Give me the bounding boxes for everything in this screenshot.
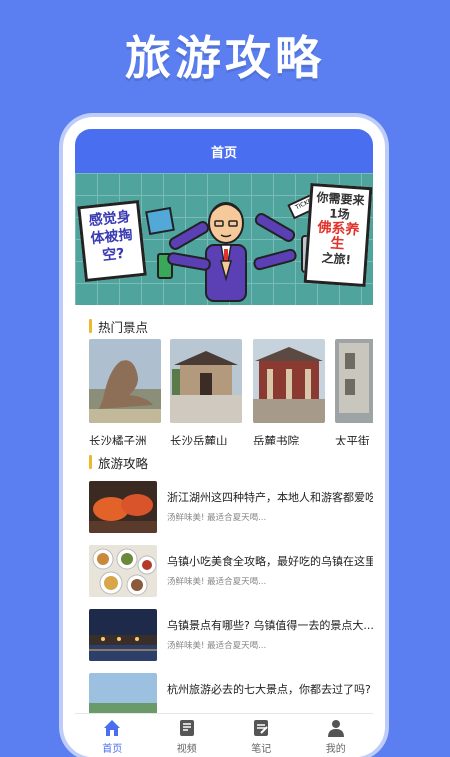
- guide-title: 乌镇景点有哪些? 乌镇值得一去的景点大...: [167, 619, 373, 632]
- tab-label: 我的: [325, 743, 346, 755]
- guide-subtitle: 汤鲜味美! 最适合夏天喝...: [167, 577, 267, 587]
- tab-label: 视频: [176, 743, 197, 755]
- page-title: 首页: [210, 145, 237, 161]
- guide-subtitle: 汤鲜味美! 最适合夏天喝...: [167, 641, 267, 651]
- tab-home[interactable]: 首页: [75, 714, 150, 757]
- section-marker: [89, 319, 92, 333]
- guide-item[interactable]: 乌镇景点有哪些? 乌镇值得一去的景点大... 汤鲜味美! 最适合夏天喝...: [75, 609, 373, 673]
- guide-item[interactable]: 浙江湖州这四种特产，本地人和游客都爱吃 汤鲜味美! 最适合夏天喝...: [75, 481, 373, 545]
- tab-label: 笔记: [251, 743, 272, 755]
- profile-icon: [327, 719, 344, 737]
- academy-photo: [253, 339, 325, 423]
- hot-spots-heading: 热门景点: [75, 313, 373, 339]
- guide-title: 乌镇小吃美食全攻略，最好吃的乌镇在这里: [167, 555, 373, 568]
- guide-title: 杭州旅游必去的七大景点，你都去过了吗?: [167, 683, 371, 696]
- night-town-photo: [89, 609, 157, 661]
- promo-title: 旅游攻略: [125, 31, 325, 85]
- home-icon: [104, 719, 121, 736]
- spot-card[interactable]: 长沙岳麓山: [170, 339, 242, 445]
- meditating-man-illustration: [205, 202, 247, 302]
- spot-card[interactable]: 岳麓书院: [253, 339, 325, 445]
- video-icon: [179, 719, 194, 736]
- app-screen: 首页 感觉身体被掏空? TICKET 你需要来1场 佛系养生 之旅! 热门景点 …: [75, 129, 373, 757]
- tab-profile[interactable]: 我的: [299, 714, 374, 757]
- spot-card[interactable]: 长沙橘子洲: [89, 339, 161, 445]
- street-photo: [335, 339, 373, 423]
- promo-banner[interactable]: 感觉身体被掏空? TICKET 你需要来1场 佛系养生 之旅!: [75, 173, 373, 305]
- guides-heading: 旅游攻略: [75, 449, 373, 475]
- bottom-tab-bar: 首页 视频 笔记 我的: [75, 713, 373, 757]
- hot-spots-title: 热门景点: [98, 319, 149, 335]
- spot-label: 长沙橘子洲: [89, 434, 147, 445]
- guides-title: 旅游攻略: [98, 455, 149, 471]
- banner-right-text-bottom: 之旅!: [321, 250, 352, 267]
- tab-notes[interactable]: 笔记: [224, 714, 299, 757]
- phone-frame: 首页 感觉身体被掏空? TICKET 你需要来1场 佛系养生 之旅! 热门景点 …: [63, 117, 385, 757]
- spot-label: 长沙岳麓山: [170, 434, 228, 445]
- banner-right-caption: 你需要来1场 佛系养生 之旅!: [303, 182, 373, 288]
- food-dishes-photo: [89, 545, 157, 597]
- spot-card[interactable]: 太平街: [335, 339, 373, 445]
- spot-label: 岳麓书院: [253, 434, 299, 445]
- guide-item[interactable]: 乌镇小吃美食全攻略，最好吃的乌镇在这里 汤鲜味美! 最适合夏天喝...: [75, 545, 373, 609]
- tab-label: 首页: [102, 743, 123, 755]
- section-marker: [89, 455, 92, 469]
- banner-left-caption: 感觉身体被掏空?: [77, 199, 147, 283]
- banner-right-text-red: 佛系养生: [316, 219, 360, 253]
- statue-photo: [89, 339, 161, 423]
- guides-list: 浙江湖州这四种特产，本地人和游客都爱吃 汤鲜味美! 最适合夏天喝... 乌镇小吃…: [75, 481, 373, 737]
- spot-label: 太平街: [335, 434, 370, 445]
- temple-photo: [170, 339, 242, 423]
- banner-right-text-top: 你需要来1场: [316, 190, 365, 222]
- guide-subtitle: 汤鲜味美! 最适合夏天喝...: [167, 513, 267, 523]
- book-icon: [145, 206, 175, 236]
- crab-photo: [89, 481, 157, 533]
- hot-spots-carousel[interactable]: 长沙橘子洲 长沙岳麓山 岳麓书院 太平街: [75, 339, 373, 445]
- note-icon: [254, 719, 269, 736]
- guide-title: 浙江湖州这四种特产，本地人和游客都爱吃: [167, 491, 373, 504]
- app-header: 首页: [75, 129, 373, 173]
- tab-video[interactable]: 视频: [150, 714, 225, 757]
